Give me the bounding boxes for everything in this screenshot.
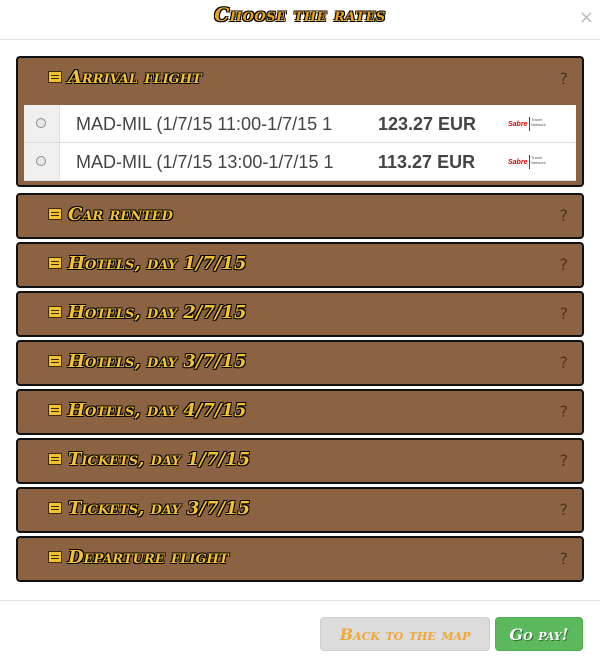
rate-route: MAD-MIL (1/7/15 11:00-1/7/15 1 — [76, 114, 333, 134]
rate-route: MAD-MIL (1/7/15 13:00-1/7/15 1 — [76, 152, 334, 172]
panel-title: Hotels, day 1/7/15 — [68, 253, 247, 274]
panel-title: Tickets, day 1/7/15 — [68, 449, 251, 470]
panel-hotels-day-2[interactable]: Hotels, day 2/7/15 ? — [16, 291, 584, 337]
panel-title: Hotels, day 4/7/15 — [68, 400, 247, 421]
rate-radio[interactable] — [24, 105, 60, 142]
dialog-footer: Back to the map Go pay! — [0, 600, 600, 664]
panel-tickets-day-3[interactable]: Tickets, day 3/7/15 ? — [16, 487, 584, 533]
help-icon[interactable]: ? — [560, 304, 569, 323]
help-icon[interactable]: ? — [560, 255, 569, 274]
panel-car-rented[interactable]: Car rented ? — [16, 193, 584, 239]
sabre-logo: Sabre Travel Network — [508, 155, 548, 171]
panel-departure-flight[interactable]: Departure flight ? — [16, 536, 584, 582]
panel-header-arrival-flight[interactable]: Arrival flight ? — [18, 58, 582, 100]
panel-title: Tickets, day 3/7/15 — [68, 498, 251, 519]
list-icon — [48, 208, 62, 220]
panel-header[interactable]: Hotels, day 2/7/15 ? — [18, 293, 582, 335]
panel-header[interactable]: Tickets, day 1/7/15 ? — [18, 440, 582, 482]
list-icon — [48, 257, 62, 269]
panel-title: Hotels, day 3/7/15 — [68, 351, 247, 372]
panel-hotels-day-3[interactable]: Hotels, day 3/7/15 ? — [16, 340, 584, 386]
list-icon — [48, 355, 62, 367]
rate-price: 113.27 EUR — [378, 152, 476, 172]
panel-title: Hotels, day 2/7/15 — [68, 302, 247, 323]
rate-price: 123.27 EUR — [378, 114, 477, 134]
list-icon — [48, 306, 62, 318]
help-icon[interactable]: ? — [560, 69, 569, 88]
list-icon — [48, 453, 62, 465]
sabre-logo: Sabre Travel Network — [508, 117, 548, 133]
help-icon[interactable]: ? — [560, 451, 569, 470]
panel-title: Car rented — [68, 204, 173, 225]
panel-arrival-flight: Arrival flight ? MAD-MIL (1/7/15 11:00-1… — [16, 56, 584, 187]
panel-tickets-day-1[interactable]: Tickets, day 1/7/15 ? — [16, 438, 584, 484]
panel-header[interactable]: Hotels, day 1/7/15 ? — [18, 244, 582, 286]
rate-radio[interactable] — [24, 143, 60, 180]
panel-title: Arrival flight — [68, 67, 202, 88]
close-icon[interactable]: × — [579, 8, 594, 28]
list-icon — [48, 404, 62, 416]
help-icon[interactable]: ? — [560, 402, 569, 421]
panel-title: Departure flight — [68, 547, 229, 568]
panel-header[interactable]: Departure flight ? — [18, 538, 582, 580]
rate-row: MAD-MIL (1/7/15 13:00-1/7/15 1 113.27 EU… — [24, 143, 576, 181]
panel-header[interactable]: Hotels, day 3/7/15 ? — [18, 342, 582, 384]
rate-list: MAD-MIL (1/7/15 11:00-1/7/15 1 123.27 EU… — [24, 105, 576, 181]
dialog-header: Choose the rates × — [0, 0, 600, 40]
panel-header[interactable]: Car rented ? — [18, 195, 582, 237]
list-icon — [48, 551, 62, 563]
help-icon[interactable]: ? — [560, 549, 569, 568]
help-icon[interactable]: ? — [560, 206, 569, 225]
panel-hotels-day-1[interactable]: Hotels, day 1/7/15 ? — [16, 242, 584, 288]
back-to-map-button[interactable]: Back to the map — [320, 617, 490, 651]
panel-header[interactable]: Hotels, day 4/7/15 ? — [18, 391, 582, 433]
list-icon — [48, 71, 62, 83]
help-icon[interactable]: ? — [560, 353, 569, 372]
help-icon[interactable]: ? — [560, 500, 569, 519]
go-pay-button[interactable]: Go pay! — [495, 617, 583, 651]
list-icon — [48, 502, 62, 514]
panel-hotels-day-4[interactable]: Hotels, day 4/7/15 ? — [16, 389, 584, 435]
rate-row: MAD-MIL (1/7/15 11:00-1/7/15 1 123.27 EU… — [24, 105, 576, 143]
dialog-title: Choose the rates — [214, 4, 386, 26]
panel-header[interactable]: Tickets, day 3/7/15 ? — [18, 489, 582, 531]
